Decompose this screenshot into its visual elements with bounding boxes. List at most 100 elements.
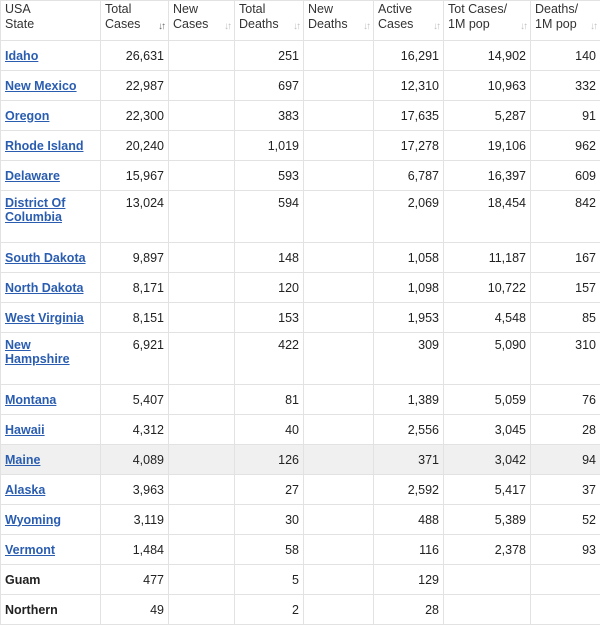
total-deaths-cell: 153 [235, 303, 304, 333]
cases-per-million-cell: 19,106 [444, 131, 531, 161]
active-cases-cell: 12,310 [374, 71, 444, 101]
cases-per-million-cell: 5,417 [444, 475, 531, 505]
table-row: Oregon 22,300 383 17,635 5,287 91 [1, 101, 600, 131]
new-cases-cell [169, 415, 235, 445]
state-link[interactable]: Maine [5, 453, 40, 467]
total-cases-cell: 22,987 [101, 71, 169, 101]
total-cases-cell: 4,089 [101, 445, 169, 475]
total-cases-cell: 49 [101, 595, 169, 625]
deaths-per-million-cell: 310 [531, 333, 600, 385]
column-header-deaths-per-million[interactable]: Deaths/ 1M pop ↓↑ [531, 1, 600, 41]
new-deaths-cell [304, 101, 374, 131]
new-deaths-cell [304, 71, 374, 101]
header-label: Deaths [239, 17, 279, 31]
state-link[interactable]: Vermont [5, 543, 55, 557]
state-link[interactable]: Rhode Island [5, 139, 83, 153]
deaths-per-million-cell: 962 [531, 131, 600, 161]
new-cases-cell [169, 101, 235, 131]
state-link[interactable]: Oregon [5, 109, 49, 123]
state-link[interactable]: South Dakota [5, 251, 86, 265]
state-link[interactable]: Idaho [5, 49, 38, 63]
new-cases-cell [169, 505, 235, 535]
covid-states-table: USA State Total Cases ↓↑ New Cases ↓↑ To… [0, 0, 600, 625]
total-deaths-cell: 120 [235, 273, 304, 303]
table-row: Vermont 1,484 58 116 2,378 93 [1, 535, 600, 565]
state-link[interactable]: Hawaii [5, 423, 45, 437]
total-deaths-cell: 126 [235, 445, 304, 475]
header-label: New [173, 2, 198, 16]
column-header-total-deaths[interactable]: Total Deaths ↓↑ [235, 1, 304, 41]
new-deaths-cell [304, 415, 374, 445]
total-deaths-cell: 30 [235, 505, 304, 535]
deaths-per-million-cell: 91 [531, 101, 600, 131]
active-cases-cell: 129 [374, 565, 444, 595]
new-deaths-cell [304, 191, 374, 243]
column-header-new-cases[interactable]: New Cases ↓↑ [169, 1, 235, 41]
total-cases-cell: 9,897 [101, 243, 169, 273]
sort-icon[interactable]: ↓↑ [293, 19, 299, 34]
total-deaths-cell: 5 [235, 565, 304, 595]
table-body: Idaho 26,631 251 16,291 14,902 140 New M… [1, 41, 600, 625]
state-link[interactable]: Montana [5, 393, 56, 407]
new-deaths-cell [304, 475, 374, 505]
column-header-cases-per-million[interactable]: Tot Cases/ 1M pop ↓↑ [444, 1, 531, 41]
new-cases-cell [169, 273, 235, 303]
header-label: Total [105, 2, 131, 16]
deaths-per-million-cell: 167 [531, 243, 600, 273]
state-cell: Vermont [1, 535, 101, 565]
state-link[interactable]: New Mexico [5, 79, 77, 93]
total-deaths-cell: 593 [235, 161, 304, 191]
state-link[interactable]: Wyoming [5, 513, 61, 527]
state-link[interactable]: New Hampshire [5, 338, 70, 366]
table-row: Guam 477 5 129 [1, 565, 600, 595]
sort-icon[interactable]: ↓↑ [590, 19, 596, 34]
sort-icon[interactable]: ↓↑ [363, 19, 369, 34]
new-deaths-cell [304, 595, 374, 625]
state-cell: Delaware [1, 161, 101, 191]
sort-icon[interactable]: ↓↑ [158, 19, 164, 34]
state-cell: Rhode Island [1, 131, 101, 161]
deaths-per-million-cell: 94 [531, 445, 600, 475]
total-cases-cell: 6,921 [101, 333, 169, 385]
total-cases-cell: 22,300 [101, 101, 169, 131]
total-deaths-cell: 594 [235, 191, 304, 243]
sort-icon[interactable]: ↓↑ [224, 19, 230, 34]
deaths-per-million-cell: 85 [531, 303, 600, 333]
state-link[interactable]: West Virginia [5, 311, 84, 325]
header-label: Total [239, 2, 265, 16]
cases-per-million-cell [444, 595, 531, 625]
state-cell: New Mexico [1, 71, 101, 101]
new-cases-cell [169, 535, 235, 565]
state-link[interactable]: District Of Columbia [5, 196, 65, 224]
new-cases-cell [169, 243, 235, 273]
total-cases-cell: 26,631 [101, 41, 169, 71]
active-cases-cell: 17,278 [374, 131, 444, 161]
deaths-per-million-cell [531, 565, 600, 595]
table-row: North Dakota 8,171 120 1,098 10,722 157 [1, 273, 600, 303]
new-cases-cell [169, 475, 235, 505]
state-cell: Hawaii [1, 415, 101, 445]
active-cases-cell: 2,556 [374, 415, 444, 445]
total-cases-cell: 15,967 [101, 161, 169, 191]
header-label: Cases [105, 17, 140, 31]
total-cases-cell: 1,484 [101, 535, 169, 565]
cases-per-million-cell: 18,454 [444, 191, 531, 243]
column-header-new-deaths[interactable]: New Deaths ↓↑ [304, 1, 374, 41]
total-deaths-cell: 2 [235, 595, 304, 625]
state-link[interactable]: North Dakota [5, 281, 83, 295]
column-header-state[interactable]: USA State [1, 1, 101, 41]
column-header-active-cases[interactable]: Active Cases ↓↑ [374, 1, 444, 41]
state-link[interactable]: Delaware [5, 169, 60, 183]
sort-icon[interactable]: ↓↑ [520, 19, 526, 34]
state-cell: Wyoming [1, 505, 101, 535]
active-cases-cell: 488 [374, 505, 444, 535]
total-cases-cell: 20,240 [101, 131, 169, 161]
total-cases-cell: 477 [101, 565, 169, 595]
sort-icon[interactable]: ↓↑ [433, 19, 439, 34]
new-deaths-cell [304, 41, 374, 71]
state-link[interactable]: Alaska [5, 483, 45, 497]
deaths-per-million-cell: 93 [531, 535, 600, 565]
active-cases-cell: 16,291 [374, 41, 444, 71]
column-header-total-cases[interactable]: Total Cases ↓↑ [101, 1, 169, 41]
table-row: West Virginia 8,151 153 1,953 4,548 85 [1, 303, 600, 333]
